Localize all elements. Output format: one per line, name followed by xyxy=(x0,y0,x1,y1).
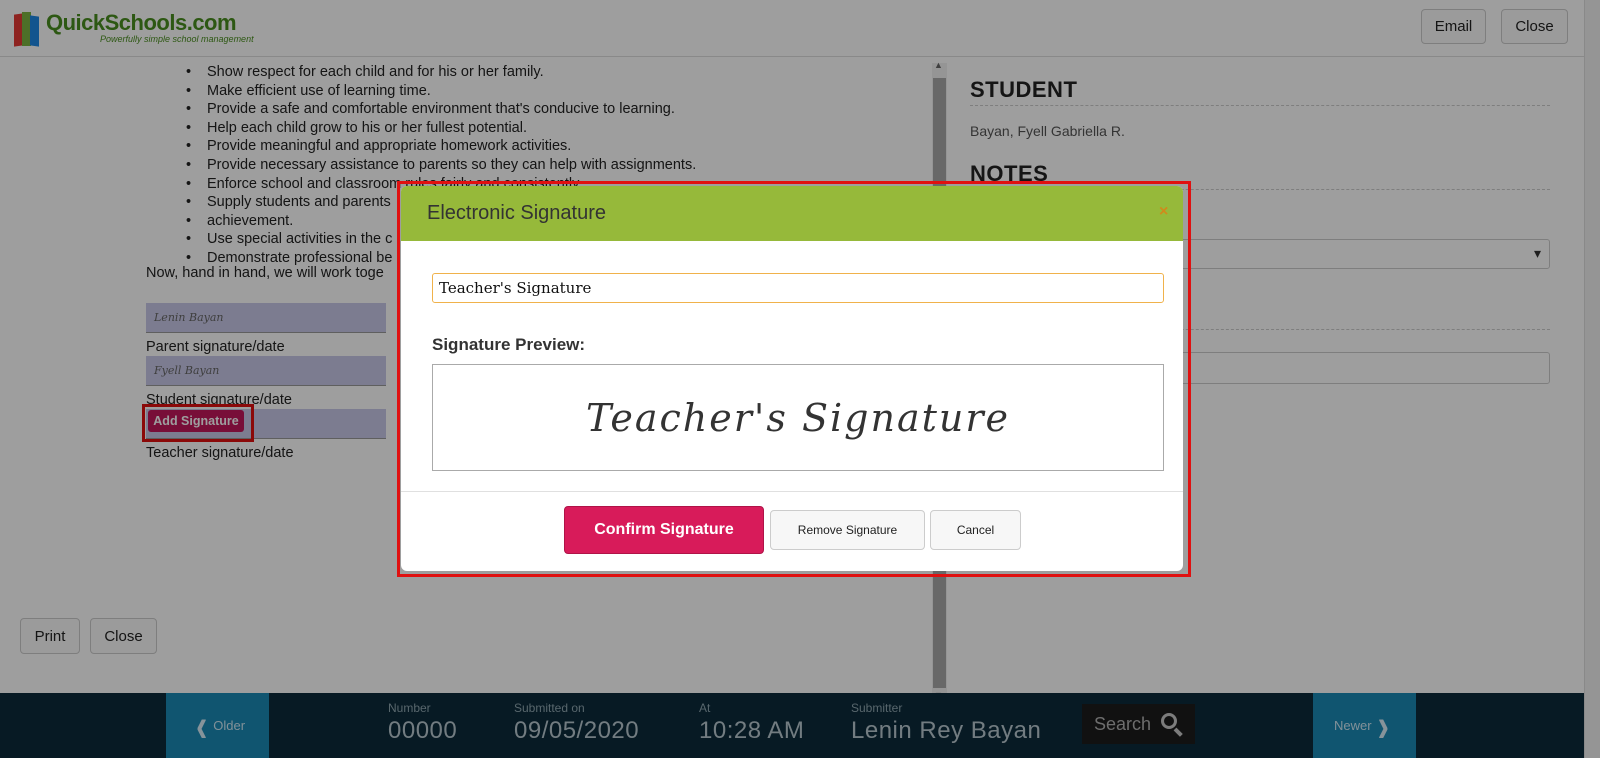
signature-preview-box: Teacher's Signature xyxy=(432,364,1164,471)
electronic-signature-dialog: Electronic Signature × Signature Preview… xyxy=(401,186,1183,571)
remove-signature-button[interactable]: Remove Signature xyxy=(770,510,925,550)
confirm-signature-button[interactable]: Confirm Signature xyxy=(564,506,764,554)
dialog-header: Electronic Signature × xyxy=(401,186,1183,241)
signature-preview-text: Teacher's Signature xyxy=(585,395,1010,440)
close-icon[interactable]: × xyxy=(1159,203,1168,221)
signature-preview-label: Signature Preview: xyxy=(432,335,586,354)
dialog-divider xyxy=(401,491,1183,492)
cancel-button[interactable]: Cancel xyxy=(930,510,1021,550)
signature-text-input[interactable] xyxy=(432,273,1164,303)
dialog-title: Electronic Signature xyxy=(427,202,606,224)
